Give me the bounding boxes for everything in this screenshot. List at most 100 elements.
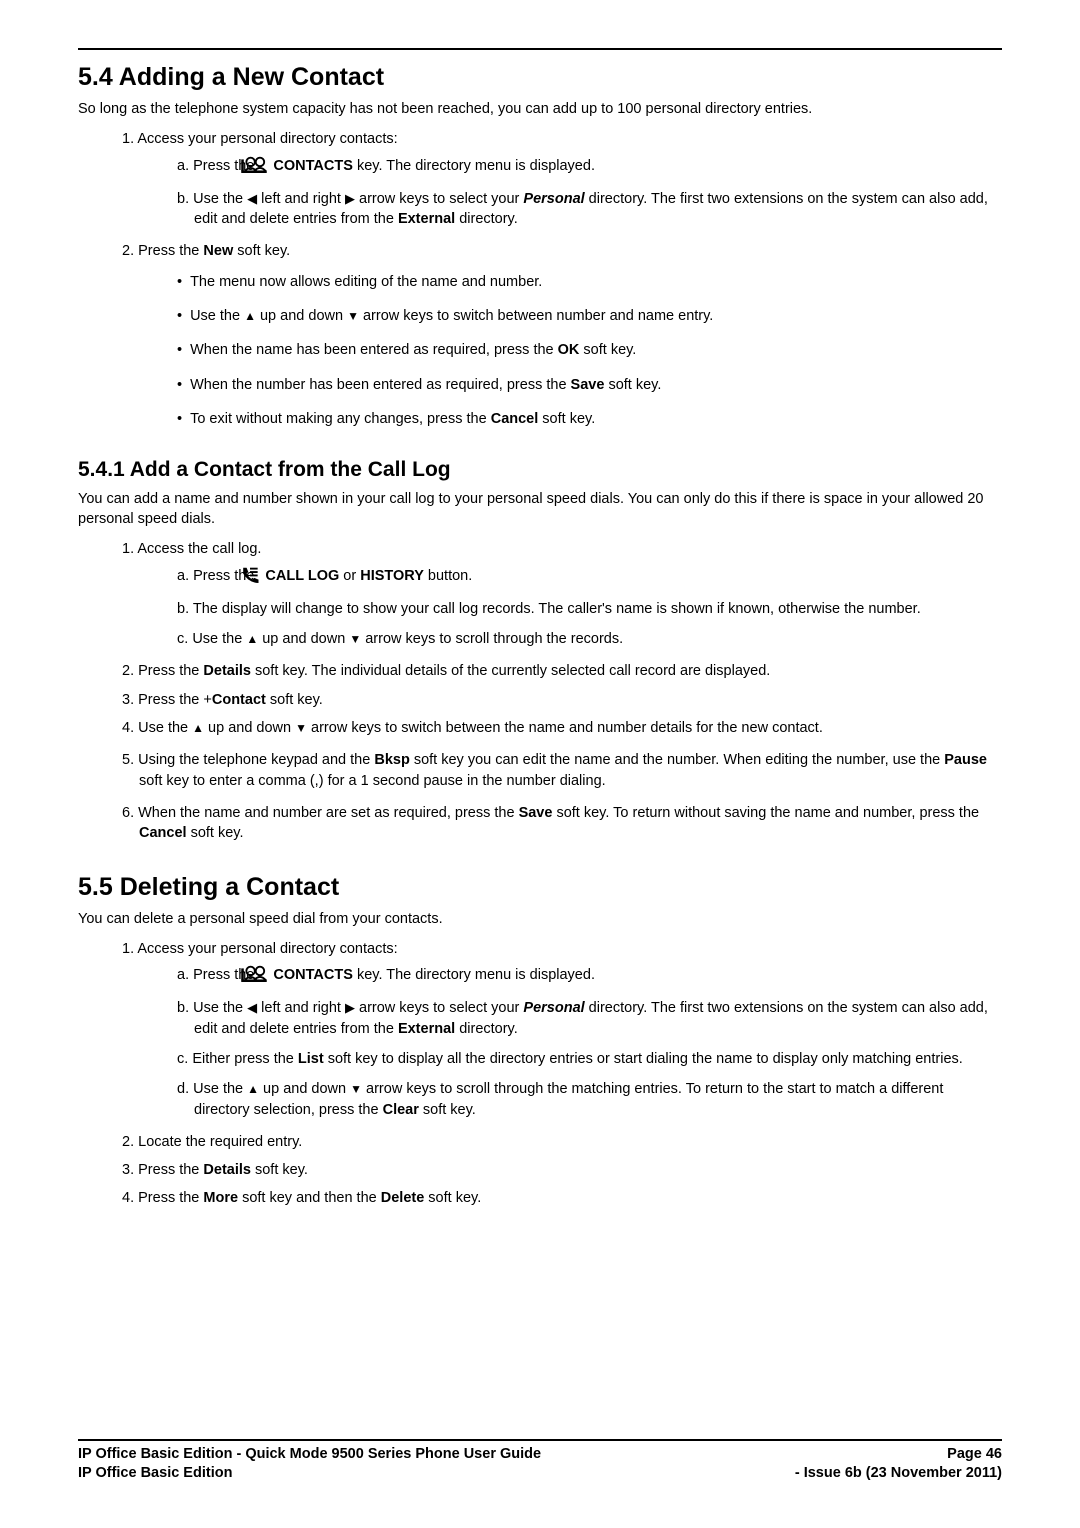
step-5-5-4: 4. Press the More soft key and then the … xyxy=(122,1188,1002,1208)
step-text: Access your personal directory contacts: xyxy=(137,941,397,957)
step-5-4-1b: b. Use the left and right arrow keys to … xyxy=(177,189,1002,230)
softkey-cancel: Cancel xyxy=(139,825,187,841)
intro-5-5: You can delete a personal speed dial fro… xyxy=(78,909,1002,929)
substep-label: c. xyxy=(177,1051,188,1067)
text: soft key. xyxy=(419,1102,476,1118)
text: To exit without making any changes, pres… xyxy=(190,411,491,427)
text: soft key to enter a comma (,) for a 1 se… xyxy=(139,773,606,789)
substep-label: a. xyxy=(177,158,189,174)
bullet: When the number has been entered as requ… xyxy=(177,375,1002,395)
text: soft key. xyxy=(424,1190,481,1206)
text: left and right xyxy=(257,191,345,207)
step-5-4-1a: a. Press the CONTACTS key. The directory… xyxy=(177,156,1002,179)
heading-5-5: 5.5 Deleting a Contact xyxy=(78,870,1002,905)
text: Press the xyxy=(138,663,203,679)
intro-5-4: So long as the telephone system capacity… xyxy=(78,99,1002,119)
up-arrow-icon xyxy=(247,1081,259,1097)
text: Use the xyxy=(190,308,244,324)
dir-external: External xyxy=(398,1021,455,1037)
footer-edition: IP Office Basic Edition xyxy=(78,1464,232,1484)
step-number: 4. xyxy=(122,720,134,736)
softkey-ok: OK xyxy=(558,342,580,358)
step-5-4-1-1: 1. Access the call log. a. Press the CAL… xyxy=(122,539,1002,649)
softkey-new: New xyxy=(203,243,233,259)
step-number: 6. xyxy=(122,805,134,821)
text: arrow keys to select your xyxy=(355,1000,523,1016)
left-arrow-icon xyxy=(247,1000,257,1016)
text: button. xyxy=(424,568,472,584)
bullet: To exit without making any changes, pres… xyxy=(177,409,1002,429)
softkey-save: Save xyxy=(519,805,553,821)
bullet: The menu now allows editing of the name … xyxy=(177,272,1002,292)
text: When the name and number are set as requ… xyxy=(138,805,518,821)
text: Use the xyxy=(192,631,246,647)
step-number: 5. xyxy=(122,752,134,768)
substep: c. Use the up and down arrow keys to scr… xyxy=(177,629,1002,649)
call-log-icon xyxy=(258,566,259,589)
text: Press the xyxy=(138,1162,203,1178)
intro-5-4-1: You can add a name and number shown in y… xyxy=(78,489,1002,530)
text: soft key. The individual details of the … xyxy=(251,663,770,679)
text: soft key. To return without saving the n… xyxy=(552,805,979,821)
heading-5-4-1: 5.4.1 Add a Contact from the Call Log xyxy=(78,455,1002,484)
step-number: 3. xyxy=(122,692,134,708)
footer-title: IP Office Basic Edition - Quick Mode 950… xyxy=(78,1445,541,1465)
heading-5-4: 5.4 Adding a New Contact xyxy=(78,60,1002,95)
text: key. The directory menu is displayed. xyxy=(353,158,595,174)
step-5-4-1-3: 3. Press the +Contact soft key. xyxy=(122,690,1002,710)
substep-label: b. xyxy=(177,601,189,617)
substep-label: a. xyxy=(177,568,189,584)
text: Press the + xyxy=(138,692,212,708)
softkey-delete: Delete xyxy=(381,1190,425,1206)
up-arrow-icon xyxy=(246,631,258,647)
step-5-4-1-6: 6. When the name and number are set as r… xyxy=(122,803,1002,844)
right-arrow-icon xyxy=(345,1000,355,1016)
text: Either press the xyxy=(192,1051,298,1067)
right-arrow-icon xyxy=(345,191,355,207)
key-contacts: CONTACTS xyxy=(269,967,353,983)
softkey-clear: Clear xyxy=(383,1102,419,1118)
down-arrow-icon xyxy=(295,720,307,736)
down-arrow-icon xyxy=(349,631,361,647)
softkey-save: Save xyxy=(571,377,605,393)
step-5-4-2: 2. Press the New soft key. The menu now … xyxy=(122,241,1002,429)
step-number: 2. xyxy=(122,243,134,259)
text: The display will change to show your cal… xyxy=(193,601,921,617)
text: Using the telephone keypad and the xyxy=(138,752,374,768)
text: arrow keys to scroll through the records… xyxy=(361,631,623,647)
bullet: When the name has been entered as requir… xyxy=(177,340,1002,360)
softkey-more: More xyxy=(203,1190,238,1206)
step-number: 1. xyxy=(122,131,134,147)
text: directory. xyxy=(455,1021,518,1037)
text: soft key. xyxy=(251,1162,308,1178)
text: soft key. xyxy=(266,692,323,708)
step-5-5-1: 1. Access your personal directory contac… xyxy=(122,939,1002,1120)
text: up and down xyxy=(258,631,349,647)
bullet: Use the up and down arrow keys to switch… xyxy=(177,306,1002,326)
softkey-pause: Pause xyxy=(944,752,987,768)
text: soft key. xyxy=(579,342,636,358)
substep: a. Press the CALL LOG or HISTORY button. xyxy=(177,566,1002,589)
step-number: 1. xyxy=(122,541,134,557)
key-history: HISTORY xyxy=(360,568,424,584)
key-contacts: CONTACTS xyxy=(269,158,353,174)
step-5-5-2: 2. Locate the required entry. xyxy=(122,1132,1002,1152)
text: Use the xyxy=(138,720,192,736)
text: or xyxy=(339,568,360,584)
softkey-contact: Contact xyxy=(212,692,266,708)
text: soft key. xyxy=(233,243,290,259)
text: soft key to display all the directory en… xyxy=(324,1051,963,1067)
step-5-4-1-5: 5. Using the telephone keypad and the Bk… xyxy=(122,750,1002,791)
substep: c. Either press the List soft key to dis… xyxy=(177,1049,1002,1069)
text: Use the xyxy=(193,1081,247,1097)
substep-label: b. xyxy=(177,191,189,207)
substep-label: d. xyxy=(177,1081,189,1097)
left-arrow-icon xyxy=(247,191,257,207)
substep: d. Use the up and down arrow keys to scr… xyxy=(177,1079,1002,1120)
text: The menu now allows editing of the name … xyxy=(190,274,542,290)
text: Press the xyxy=(138,243,203,259)
step-5-5-3: 3. Press the Details soft key. xyxy=(122,1160,1002,1180)
contacts-icon xyxy=(258,965,267,988)
text: When the number has been entered as requ… xyxy=(190,377,570,393)
substep: a. Press the CONTACTS key. The directory… xyxy=(177,965,1002,988)
